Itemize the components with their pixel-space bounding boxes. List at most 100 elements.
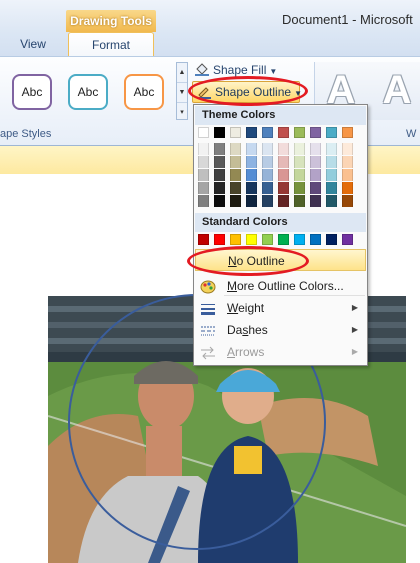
theme-tint-swatch[interactable] xyxy=(278,195,289,207)
theme-tint-swatch[interactable] xyxy=(246,143,257,155)
theme-tint-swatch[interactable] xyxy=(246,182,257,194)
shape-style-sample-1[interactable]: Abc xyxy=(12,74,52,110)
theme-color-swatch[interactable] xyxy=(278,127,289,138)
theme-color-swatch[interactable] xyxy=(294,127,305,138)
theme-tint-swatch[interactable] xyxy=(262,182,273,194)
arrows-icon xyxy=(200,345,216,360)
color-palette-icon xyxy=(200,279,216,294)
theme-tint-swatch[interactable] xyxy=(342,195,353,207)
menu-item-weight[interactable]: Weight ▶ xyxy=(195,297,366,319)
theme-tint-swatch[interactable] xyxy=(230,169,241,181)
menu-separator xyxy=(224,295,365,296)
standard-colors-header: Standard Colors xyxy=(195,213,366,232)
gallery-down-icon[interactable]: ▼ xyxy=(177,83,187,103)
menu-item-more-outline-colors[interactable]: More Outline Colors... xyxy=(195,275,366,297)
gallery-up-icon[interactable]: ▲ xyxy=(177,63,187,83)
theme-color-swatch[interactable] xyxy=(262,127,273,138)
theme-tint-swatch[interactable] xyxy=(214,195,225,207)
standard-color-swatch[interactable] xyxy=(310,234,321,245)
theme-tint-swatch[interactable] xyxy=(214,182,225,194)
theme-tint-swatch[interactable] xyxy=(198,169,209,181)
annotation-ellipse-shape-outline xyxy=(188,76,308,106)
theme-tint-swatch[interactable] xyxy=(230,195,241,207)
shape-styles-gallery-scroll[interactable]: ▲ ▼ ▾ xyxy=(176,62,188,120)
theme-tint-swatch[interactable] xyxy=(278,156,289,168)
theme-tint-swatch[interactable] xyxy=(310,182,321,194)
standard-color-swatch[interactable] xyxy=(214,234,225,245)
theme-tint-swatch[interactable] xyxy=(310,156,321,168)
theme-tint-swatch[interactable] xyxy=(198,143,209,155)
theme-tint-swatch[interactable] xyxy=(214,156,225,168)
theme-tint-swatch[interactable] xyxy=(262,143,273,155)
theme-tint-swatch[interactable] xyxy=(294,143,305,155)
theme-color-swatch[interactable] xyxy=(214,127,225,138)
menu-item-arrows: Arrows ▶ xyxy=(195,341,366,363)
theme-tint-swatch[interactable] xyxy=(310,169,321,181)
standard-color-swatch[interactable] xyxy=(198,234,209,245)
theme-tint-swatch[interactable] xyxy=(342,156,353,168)
arrows-mnemonic: A xyxy=(227,345,236,359)
theme-tint-swatch[interactable] xyxy=(294,195,305,207)
theme-tint-swatch[interactable] xyxy=(342,169,353,181)
contextual-tab-drawing-tools: Drawing Tools xyxy=(66,10,156,32)
menu-item-dashes[interactable]: Dashes ▶ xyxy=(195,319,366,341)
theme-tint-swatch[interactable] xyxy=(246,156,257,168)
dashes-prefix: Da xyxy=(227,323,243,337)
standard-color-swatch[interactable] xyxy=(278,234,289,245)
theme-tint-swatch[interactable] xyxy=(262,169,273,181)
theme-tint-swatch[interactable] xyxy=(294,169,305,181)
annotation-ellipse-no-outline xyxy=(187,246,309,276)
theme-tint-swatch[interactable] xyxy=(198,156,209,168)
theme-tint-swatch[interactable] xyxy=(278,182,289,194)
tab-view[interactable]: View xyxy=(6,33,60,55)
theme-tint-swatch[interactable] xyxy=(342,143,353,155)
shape-style-sample-3[interactable]: Abc xyxy=(124,74,164,110)
theme-tint-swatch[interactable] xyxy=(214,169,225,181)
theme-tint-swatch[interactable] xyxy=(198,182,209,194)
theme-tint-swatch[interactable] xyxy=(326,182,337,194)
standard-color-swatch[interactable] xyxy=(262,234,273,245)
more-colors-mnemonic: M xyxy=(227,279,237,293)
standard-color-swatch[interactable] xyxy=(246,234,257,245)
gallery-more-icon[interactable]: ▾ xyxy=(177,103,187,122)
theme-tint-swatch[interactable] xyxy=(342,182,353,194)
theme-tint-swatch[interactable] xyxy=(310,143,321,155)
theme-tint-swatch[interactable] xyxy=(230,182,241,194)
standard-color-swatch[interactable] xyxy=(294,234,305,245)
theme-tint-swatch[interactable] xyxy=(326,156,337,168)
theme-tint-swatch[interactable] xyxy=(326,195,337,207)
theme-colors-header: Theme Colors xyxy=(195,106,366,125)
shape-style-sample-2[interactable]: Abc xyxy=(68,74,108,110)
theme-tint-swatch[interactable] xyxy=(230,143,241,155)
theme-color-swatch[interactable] xyxy=(310,127,321,138)
theme-tint-swatch[interactable] xyxy=(262,195,273,207)
theme-color-swatch[interactable] xyxy=(246,127,257,138)
shape-fill-label: Shape Fill xyxy=(213,63,267,77)
submenu-arrow-icon: ▶ xyxy=(351,347,358,356)
theme-color-swatch[interactable] xyxy=(230,127,241,138)
theme-tint-swatch[interactable] xyxy=(262,156,273,168)
standard-color-swatch[interactable] xyxy=(342,234,353,245)
theme-tint-swatch[interactable] xyxy=(310,195,321,207)
wordart-sample-2[interactable]: A xyxy=(376,68,418,112)
theme-tint-swatch[interactable] xyxy=(326,169,337,181)
window-title: Document1 - Microsoft xyxy=(282,12,413,27)
theme-tint-swatch[interactable] xyxy=(326,143,337,155)
tab-format[interactable]: Format xyxy=(68,32,154,57)
theme-tint-swatch[interactable] xyxy=(294,156,305,168)
theme-tint-swatch[interactable] xyxy=(246,169,257,181)
theme-tint-swatch[interactable] xyxy=(278,169,289,181)
theme-tint-swatch[interactable] xyxy=(246,195,257,207)
theme-tint-swatch[interactable] xyxy=(198,195,209,207)
weight-mnemonic: W xyxy=(227,301,239,315)
theme-color-swatch[interactable] xyxy=(342,127,353,138)
theme-tint-swatch[interactable] xyxy=(230,156,241,168)
weight-label: eight xyxy=(238,301,265,315)
theme-tint-swatch[interactable] xyxy=(278,143,289,155)
standard-color-swatch[interactable] xyxy=(326,234,337,245)
theme-tint-swatch[interactable] xyxy=(294,182,305,194)
theme-tint-swatch[interactable] xyxy=(214,143,225,155)
theme-color-swatch[interactable] xyxy=(326,127,337,138)
theme-color-swatch[interactable] xyxy=(198,127,209,138)
standard-color-swatch[interactable] xyxy=(230,234,241,245)
